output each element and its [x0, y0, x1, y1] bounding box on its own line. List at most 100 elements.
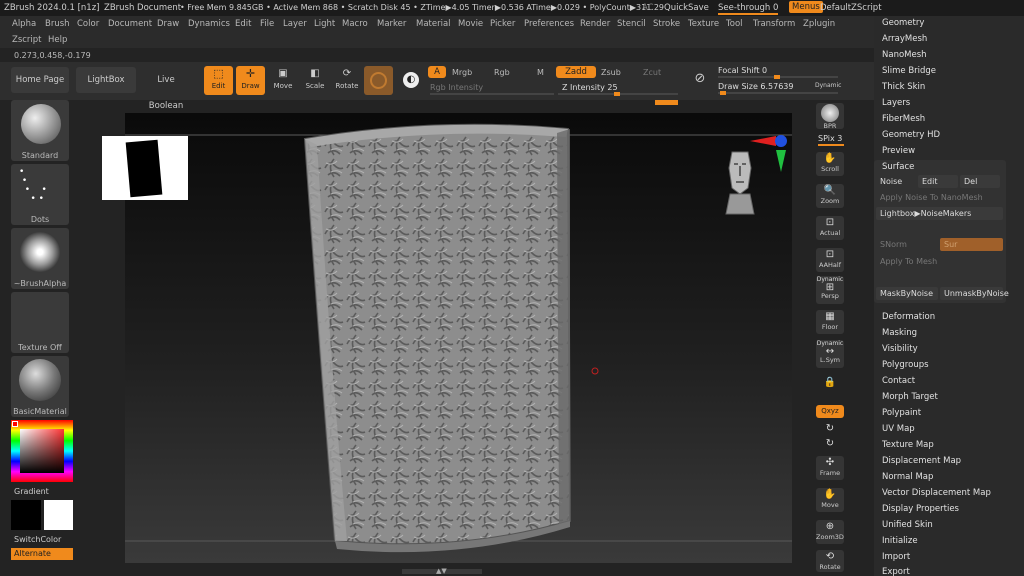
menu-zplugin[interactable]: Zplugin: [803, 19, 835, 29]
main-color-swatch[interactable]: [12, 421, 18, 427]
zoom3d-button[interactable]: ⊕ Zoom3D: [816, 520, 844, 544]
frame-button[interactable]: ✣ Frame: [816, 456, 844, 480]
move-view-button[interactable]: ✋ Move: [816, 488, 844, 512]
menu-marker[interactable]: Marker: [377, 19, 406, 29]
move-mode-button[interactable]: ▣ Move: [269, 66, 297, 95]
menu-light[interactable]: Light: [314, 19, 335, 29]
color-picker[interactable]: [11, 420, 73, 482]
aahalf-button[interactable]: ⊡ AAHalf: [816, 248, 844, 272]
display-properties-menu[interactable]: Display Properties: [882, 504, 959, 514]
vector-displacement-map-menu[interactable]: Vector Displacement Map: [882, 488, 991, 498]
layers-menu[interactable]: Layers: [882, 98, 910, 108]
unmask-by-noise-button[interactable]: UnmaskByNoise: [940, 287, 1009, 300]
menu-dynamics[interactable]: Dynamics: [188, 19, 230, 29]
zcut-toggle[interactable]: Zcut: [643, 68, 661, 77]
bpr-button[interactable]: BPR: [816, 103, 844, 130]
polypaint-menu[interactable]: Polypaint: [882, 408, 921, 418]
zoom-button[interactable]: 🔍 Zoom: [816, 184, 844, 208]
lightbox-button[interactable]: LightBox: [76, 67, 136, 93]
menu-movie[interactable]: Movie: [458, 19, 483, 29]
menu-edit[interactable]: Edit: [235, 19, 251, 29]
default-zscript-button[interactable]: DefaultZScript: [820, 3, 882, 13]
floor-button[interactable]: ▦ Floor: [816, 310, 844, 334]
apply-to-mesh-button[interactable]: Apply To Mesh: [876, 255, 1003, 268]
alternate-toggle[interactable]: Alternate: [11, 548, 73, 560]
ac-label[interactable]: AC: [642, 3, 654, 13]
rotate-y-button[interactable]: ↻: [816, 422, 844, 436]
zsub-toggle[interactable]: Zsub: [601, 68, 621, 77]
polygroups-menu[interactable]: Polygroups: [882, 360, 929, 370]
home-page-button[interactable]: Home Page: [11, 67, 69, 93]
scale-mode-button[interactable]: ◧ Scale: [301, 66, 329, 95]
spotlight-button[interactable]: ⊘: [686, 66, 714, 95]
persp-button[interactable]: Dynamic ⊞ Persp: [816, 276, 844, 304]
rotate-view-button[interactable]: ⟲ Rotate: [816, 550, 844, 572]
edit-mode-button[interactable]: ⬚ Edit: [204, 66, 233, 95]
axis-gizmo-icon[interactable]: [748, 132, 792, 174]
surface-menu[interactable]: Surface: [882, 162, 914, 172]
spix-slider[interactable]: SPix 3: [818, 134, 842, 143]
displacement-map-menu[interactable]: Displacement Map: [882, 456, 961, 466]
lsym-button[interactable]: Dynamic ↔ L.Sym: [816, 340, 844, 368]
menu-zscript[interactable]: Zscript: [12, 35, 42, 45]
thick-skin-menu[interactable]: Thick Skin: [882, 82, 925, 92]
texture-map-menu[interactable]: Texture Map: [882, 440, 934, 450]
mrgb-toggle[interactable]: Mrgb: [452, 68, 472, 77]
snorm-slider[interactable]: SNorm: [876, 238, 938, 251]
actual-button[interactable]: ⊡ Actual: [816, 216, 844, 240]
geometry-hd-menu[interactable]: Geometry HD: [882, 130, 940, 140]
xyz-toggle[interactable]: Qxyz: [816, 405, 844, 418]
menu-tool[interactable]: Tool: [726, 19, 743, 29]
apply-noise-nanomesh-button[interactable]: Apply Noise To NanoMesh: [876, 191, 1003, 204]
material-preview-button[interactable]: [364, 66, 393, 95]
geometry-menu[interactable]: Geometry: [882, 18, 924, 28]
menu-macro[interactable]: Macro: [342, 19, 368, 29]
arraymesh-menu[interactable]: ArrayMesh: [882, 34, 927, 44]
lightbox-noisemakers-button[interactable]: Lightbox▶NoiseMakers: [876, 207, 1003, 220]
quicksave-button[interactable]: QuickSave: [664, 3, 709, 13]
initialize-menu[interactable]: Initialize: [882, 536, 918, 546]
secondary-color-swatch[interactable]: [11, 500, 41, 530]
import-menu[interactable]: Import: [882, 552, 910, 562]
preview-menu[interactable]: Preview: [882, 146, 915, 156]
menu-document[interactable]: Document: [108, 19, 152, 29]
see-through-slider[interactable]: See-through 0: [718, 3, 779, 15]
draw-size-slider[interactable]: Draw Size 6.57639: [718, 82, 793, 91]
rotate-mode-button[interactable]: ⟳ Rotate: [333, 66, 361, 95]
unified-skin-menu[interactable]: Unified Skin: [882, 520, 933, 530]
dynamic-toggle[interactable]: Dynamic: [815, 82, 841, 89]
fibermesh-menu[interactable]: FiberMesh: [882, 114, 925, 124]
masking-menu[interactable]: Masking: [882, 328, 917, 338]
gradient-label[interactable]: Gradient: [14, 487, 49, 496]
menu-alpha[interactable]: Alpha: [12, 19, 36, 29]
draw-mode-button[interactable]: ✛ Draw: [236, 66, 265, 95]
sculpted-cylinder-mesh[interactable]: [303, 123, 572, 553]
a-toggle[interactable]: A: [428, 66, 446, 78]
uv-map-menu[interactable]: UV Map: [882, 424, 915, 434]
menu-material[interactable]: Material: [416, 19, 451, 29]
export-menu[interactable]: Export: [882, 567, 910, 576]
menu-render[interactable]: Render: [580, 19, 610, 29]
brush-selector[interactable]: Standard: [11, 100, 69, 161]
menu-transform[interactable]: Transform: [753, 19, 795, 29]
alpha-selector[interactable]: ~BrushAlpha: [11, 228, 69, 289]
nanomesh-menu[interactable]: NanoMesh: [882, 50, 927, 60]
navigator-thumbnail[interactable]: [102, 136, 188, 200]
deformation-menu[interactable]: Deformation: [882, 312, 935, 322]
switchcolor-button[interactable]: SwitchColor: [14, 535, 61, 544]
stroke-selector[interactable]: • • • • • • Dots: [11, 164, 69, 225]
sur-toggle[interactable]: Sur: [940, 238, 1003, 251]
menu-file[interactable]: File: [260, 19, 274, 29]
contact-menu[interactable]: Contact: [882, 376, 915, 386]
sculpt-canvas[interactable]: [125, 113, 792, 563]
live-boolean-button[interactable]: Live Boolean: [140, 67, 192, 111]
zadd-toggle[interactable]: Zadd: [556, 66, 596, 78]
primary-color-swatch[interactable]: [44, 500, 73, 530]
rgb-intensity-slider[interactable]: Rgb Intensity: [430, 83, 483, 92]
menu-help[interactable]: Help: [48, 35, 67, 45]
noise-del-button[interactable]: Del: [960, 175, 1000, 188]
color-mode-button[interactable]: ◐: [399, 66, 423, 95]
shelf-arrows-icon[interactable]: ▲▼: [436, 567, 447, 575]
morph-target-menu[interactable]: Morph Target: [882, 392, 938, 402]
local-transform-button[interactable]: 🔒: [816, 376, 844, 400]
